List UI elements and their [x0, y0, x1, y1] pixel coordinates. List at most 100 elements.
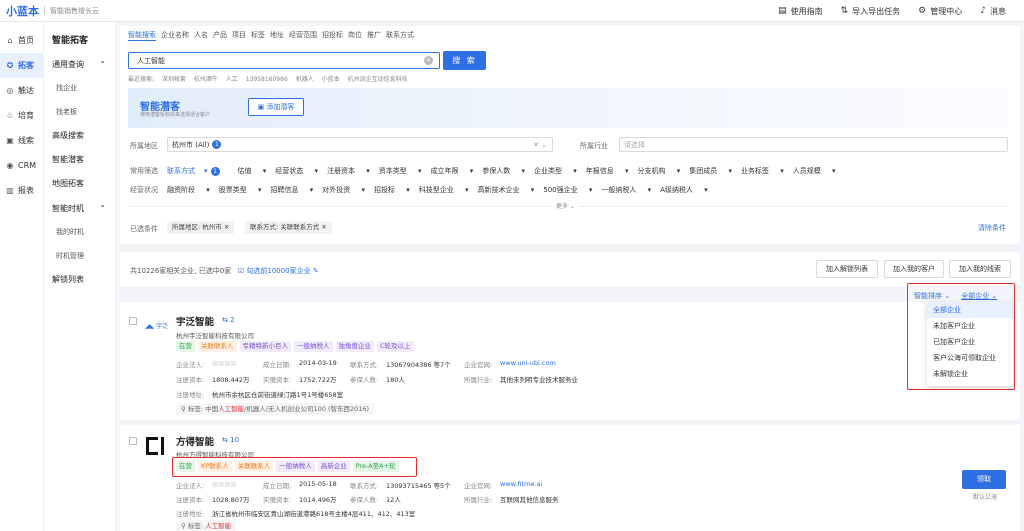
- filter-high-tech[interactable]: 高新技术企业 ▾: [478, 185, 535, 195]
- filter-registered-capital[interactable]: 注册资本 ▾: [327, 166, 370, 176]
- tab-address[interactable]: 地址: [270, 30, 284, 41]
- filter-branches[interactable]: 分支机构 ▾: [638, 166, 681, 176]
- region-select[interactable]: 杭州市 (All) 1 ✕ ⌄: [167, 137, 553, 152]
- company-checkbox[interactable]: [129, 437, 137, 445]
- app-logo[interactable]: 小蓝本: [6, 3, 39, 19]
- recent-item[interactable]: 人工: [226, 76, 238, 83]
- guide-link[interactable]: ▤ 使用指南: [778, 6, 823, 17]
- recent-item[interactable]: 13958160986: [246, 76, 288, 83]
- filter-annual-report[interactable]: 年报信息 ▾: [586, 166, 629, 176]
- clear-conditions-link[interactable]: 清除条件: [978, 223, 1006, 233]
- filter-company-type[interactable]: 企业类型 ▾: [534, 166, 577, 176]
- tab-tag[interactable]: 标签: [251, 30, 265, 41]
- sidebar-item-nurture[interactable]: ♧ 培育: [0, 103, 43, 128]
- sidebar-item-home[interactable]: ⌂ 首页: [0, 28, 43, 53]
- subnav-item-find-company[interactable]: 找企业: [44, 76, 115, 100]
- tab-smart-search[interactable]: 智能搜索: [128, 30, 156, 41]
- subnav-item-smart-prospects[interactable]: 智能潜客: [44, 148, 115, 172]
- contact-value[interactable]: 13093715465 等5个: [386, 480, 451, 490]
- subnav-group-general[interactable]: 通用查询 ⌃: [44, 52, 115, 76]
- recent-item[interactable]: 杭州酒牛: [194, 76, 218, 83]
- tab-scope[interactable]: 经营范围: [289, 30, 317, 41]
- industry-select[interactable]: 请选择: [619, 137, 1008, 152]
- address-label: 注册地址:: [176, 510, 205, 518]
- recent-item[interactable]: 小蓝本: [322, 76, 340, 83]
- subnav-item-advanced-search[interactable]: 高级搜索: [44, 124, 115, 148]
- subnav-item-my-opportunity[interactable]: 我的时机: [44, 220, 115, 244]
- search-input[interactable]: 人工智能 ✕: [128, 52, 440, 69]
- subnav-item-find-boss[interactable]: 找老板: [44, 100, 115, 124]
- tab-promotion[interactable]: 推广: [367, 30, 381, 41]
- filter-financing[interactable]: 融资阶段 ▾: [167, 185, 210, 195]
- filter-operation-status[interactable]: 经营状态 ▾: [275, 166, 318, 176]
- search-button[interactable]: 搜 索: [443, 51, 486, 70]
- recent-item[interactable]: 机器人: [296, 76, 314, 83]
- clear-icon[interactable]: ✕: [424, 56, 433, 65]
- tab-bidding[interactable]: 招投标: [322, 30, 343, 41]
- messages-link[interactable]: ♪ 消息: [980, 6, 1006, 17]
- filter-top500[interactable]: 500强企业 ▾: [543, 185, 592, 195]
- more-filters-toggle[interactable]: 更多 ⌄: [552, 201, 579, 210]
- website-link[interactable]: www.uni-ubi.com: [500, 359, 556, 367]
- filter-stock-type[interactable]: 股票类型 ▾: [219, 185, 262, 195]
- claim-button[interactable]: 领取: [962, 470, 1006, 489]
- tab-person[interactable]: 人名: [194, 30, 208, 41]
- admin-center-link[interactable]: ⚙ 管理中心: [918, 6, 962, 17]
- company-legal-name: 杭州宇泛智能科技有限公司: [176, 332, 254, 340]
- tab-contact[interactable]: 联系方式: [386, 30, 414, 41]
- sidebar-label: 拓客: [18, 61, 34, 70]
- subnav-item-map[interactable]: 地图拓客: [44, 172, 115, 196]
- related-count[interactable]: ⇆ 10: [222, 436, 239, 444]
- selected-chip-region[interactable]: 所属地区: 杭州市 ✕: [167, 221, 235, 234]
- add-my-leads-button[interactable]: 加入我的线索: [949, 260, 1011, 278]
- sidebar-item-prospect[interactable]: ✪ 拓客: [0, 53, 43, 78]
- close-icon[interactable]: ✕: [321, 223, 326, 231]
- filter-investment[interactable]: 对外投资 ▾: [322, 185, 365, 195]
- sidebar-item-reach[interactable]: ◎ 触达: [0, 78, 43, 103]
- filter-valuation[interactable]: 估值 ▾: [238, 166, 267, 176]
- website-link[interactable]: www.fitme.ai: [500, 480, 542, 488]
- filter-recruitment[interactable]: 招聘信息 ▾: [271, 185, 314, 195]
- filter-group-members[interactable]: 集团成员 ▾: [689, 166, 732, 176]
- contact-value[interactable]: 13067904386 等7个: [386, 359, 451, 369]
- import-export-link[interactable]: ⇅ 导入导出任务: [841, 6, 901, 17]
- sidebar-item-crm[interactable]: ◉ CRM: [0, 153, 43, 178]
- recent-item[interactable]: 杭州派企互动信息科技: [348, 76, 408, 83]
- add-prospect-label: 添加潜客: [266, 103, 295, 111]
- tab-product[interactable]: 产品: [213, 30, 227, 41]
- company-name[interactable]: 方得智能: [176, 434, 214, 448]
- filter-tech-company[interactable]: 科技型企业 ▾: [419, 185, 469, 195]
- close-icon[interactable]: ✕: [224, 223, 229, 231]
- select-top-link[interactable]: ☑ 勾选前10000家企业 ✎: [233, 267, 319, 275]
- filter-a-taxpayer[interactable]: A级纳税人 ▾: [660, 185, 708, 195]
- add-prospect-button[interactable]: ▣ 添加潜客: [248, 98, 304, 116]
- industry-label: 所属行业:: [464, 496, 493, 504]
- filter-contact[interactable]: 联系方式 ▾ 1: [167, 166, 229, 176]
- filter-capital-type[interactable]: 资本类型 ▾: [379, 166, 422, 176]
- filter-general-taxpayer[interactable]: 一般纳税人 ▾: [601, 185, 651, 195]
- status-filter-label: 经营状况: [130, 186, 158, 194]
- tab-position[interactable]: 岗位: [348, 30, 362, 41]
- selected-chip-contact[interactable]: 联系方式: 关联联系方式 ✕: [245, 221, 332, 234]
- recent-searches: 最近搜索: 深圳帐套 杭州酒牛 人工 13958160986 机器人 小蓝本 杭…: [128, 74, 414, 83]
- filter-label: 招投标: [374, 186, 395, 194]
- subnav-item-opportunity-manage[interactable]: 时机管理: [44, 244, 115, 268]
- filter-business-tags[interactable]: 业务标签 ▾: [741, 166, 784, 176]
- filter-staff-size[interactable]: 人员规模 ▾: [793, 166, 836, 176]
- company-name[interactable]: 宇泛智能: [176, 314, 214, 328]
- subnav-group-opportunity[interactable]: 智能时机 ⌃: [44, 196, 115, 220]
- add-unlock-list-button[interactable]: 加入解锁列表: [816, 260, 878, 278]
- sidebar-item-report[interactable]: ▥ 报表: [0, 178, 43, 203]
- filter-bidding[interactable]: 招投标 ▾: [374, 185, 410, 195]
- tab-company-name[interactable]: 企业名称: [161, 30, 189, 41]
- filter-founded-years[interactable]: 成立年限 ▾: [431, 166, 474, 176]
- filter-insured[interactable]: 参保人数 ▾: [482, 166, 525, 176]
- tab-project[interactable]: 项目: [232, 30, 246, 41]
- sidebar-item-clues[interactable]: ▣ 线索: [0, 128, 43, 153]
- subnav-item-unlock-list[interactable]: 解锁列表: [44, 268, 115, 292]
- recent-item[interactable]: 深圳帐套: [162, 76, 186, 83]
- related-count[interactable]: ⇆ 2: [222, 316, 235, 324]
- search-tabs: 智能搜索 企业名称 人名 产品 项目 标签 地址 经营范围 招投标 岗位 推广 …: [128, 30, 419, 41]
- add-my-customers-button[interactable]: 加入我的客户: [884, 260, 944, 278]
- company-checkbox[interactable]: [129, 317, 137, 325]
